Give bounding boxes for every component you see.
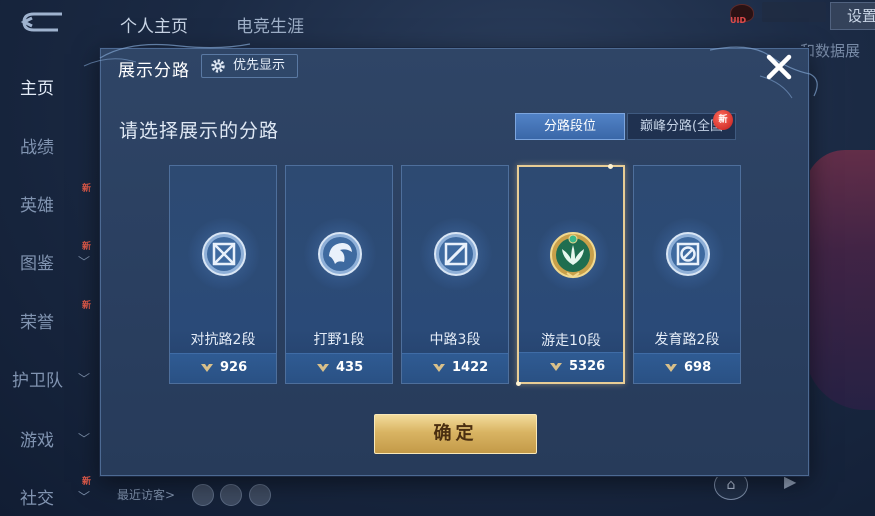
lane-name: 游走10段 (541, 333, 601, 349)
lane-card-clash[interactable]: 对抗路2段 926 (169, 165, 277, 384)
roam-emblem-icon (550, 232, 596, 279)
sidebar-item-social[interactable]: 社交 新 ﹀ (20, 477, 100, 509)
lane-score-value: 1422 (452, 360, 489, 375)
sidebar-item-label: 图鉴 (20, 254, 54, 274)
lane-card-roam[interactable]: 游走10段 5326 (516, 164, 625, 386)
lane-score: 435 (286, 353, 392, 383)
avatar[interactable]: UID (728, 4, 756, 30)
chevron-down-icon: ﹀ (78, 255, 91, 269)
settings-button[interactable]: 设置 (830, 2, 875, 30)
confirm-button[interactable]: 确定 (374, 414, 537, 454)
new-badge: 新 (713, 110, 733, 130)
visitor-avatar[interactable] (192, 484, 214, 506)
tab-esports-career[interactable]: 电竞生涯 (236, 12, 304, 37)
lane-name: 对抗路2段 (190, 332, 256, 348)
sidebar-item-heroes[interactable]: 英雄 新 (20, 184, 100, 216)
data-display-text: 和数据展 (800, 42, 861, 60)
recent-visitors-link[interactable]: 最近访客> (117, 486, 175, 503)
sidebar-item-label: 英雄 (20, 196, 54, 216)
lane-score: 926 (170, 353, 276, 383)
uid-info-strip (762, 2, 826, 22)
chevron-down-icon: ﹀ (78, 372, 91, 386)
tab-peak-lane-label: 巅峰分路(全国 (639, 119, 724, 134)
lane-name: 打野1段 (313, 332, 365, 348)
visitor-avatar[interactable] (249, 484, 271, 506)
tab-lane-rank[interactable]: 分路段位 (515, 113, 625, 140)
lane-mode-toggle: 分路段位 巅峰分路(全国 新 (515, 110, 736, 140)
lane-card-farm[interactable]: 发育路2段 698 (633, 165, 741, 384)
score-chevron-icon (317, 364, 329, 372)
sidebar-item-label: 游戏 (20, 431, 54, 451)
sidebar-item-label: 主页 (20, 79, 54, 99)
sidebar-item-label: 战绩 (20, 138, 54, 158)
sidebar-item-label: 荣誉 (20, 313, 54, 333)
lane-score-value: 698 (684, 360, 712, 375)
chevron-down-icon: ﹀ (78, 432, 91, 446)
lane-card-jungle[interactable]: 打野1段 435 (285, 165, 393, 384)
sidebar-item-codex[interactable]: 图鉴 新 ﹀ (20, 242, 100, 274)
uid-label: UID (730, 16, 747, 25)
lane-name: 发育路2段 (654, 332, 720, 348)
score-chevron-icon (201, 364, 213, 372)
lane-name: 中路3段 (429, 332, 481, 348)
lane-card-mid[interactable]: 中路3段 1422 (401, 165, 509, 384)
visitor-avatar[interactable] (220, 484, 242, 506)
sidebar-item-honor[interactable]: 荣誉 新 (20, 301, 100, 333)
lane-score: 1422 (402, 353, 508, 383)
sidebar-item-label: 社交 (20, 489, 54, 509)
mid-lane-emblem-icon (434, 232, 478, 276)
jungle-emblem-icon (318, 232, 362, 276)
priority-display-button[interactable]: 优先显示 (201, 54, 298, 78)
new-badge: 新 (82, 477, 92, 487)
sidebar-item-label: 护卫队 (12, 371, 63, 391)
sidebar-item-guard[interactable]: 护卫队 ﹀ (12, 366, 92, 391)
score-chevron-icon (665, 364, 677, 372)
tab-peak-lane[interactable]: 巅峰分路(全国 新 (627, 110, 736, 140)
sidebar-item-records[interactable]: 战绩 (20, 133, 100, 158)
score-chevron-icon (550, 363, 562, 371)
sidebar-item-home[interactable]: 主页 (20, 74, 100, 99)
lane-score-value: 5326 (569, 359, 606, 374)
lane-score-value: 435 (336, 360, 364, 375)
priority-display-label: 优先显示 (233, 58, 286, 73)
close-icon[interactable] (762, 50, 796, 84)
lane-score: 698 (634, 353, 740, 383)
chevron-down-icon: ﹀ (78, 490, 91, 504)
score-chevron-icon (433, 364, 445, 372)
corner-spark (608, 164, 613, 169)
sidebar-item-games[interactable]: 游戏 ﹀ (20, 426, 100, 451)
clash-lane-emblem-icon (202, 232, 246, 276)
dialog-subtitle: 请选择展示的分路 (119, 120, 280, 142)
lane-score-value: 926 (220, 360, 248, 375)
new-badge: 新 (82, 242, 92, 252)
new-badge: 新 (82, 301, 92, 311)
dialog-title: 展示分路 (118, 61, 190, 81)
gear-icon (211, 59, 225, 73)
hero-figure-art (805, 150, 875, 410)
lane-score: 5326 (519, 352, 623, 382)
farm-lane-emblem-icon (666, 232, 710, 276)
tab-profile-home[interactable]: 个人主页 (120, 12, 188, 37)
back-arrow-icon[interactable] (14, 8, 72, 36)
new-badge: 新 (82, 184, 92, 194)
